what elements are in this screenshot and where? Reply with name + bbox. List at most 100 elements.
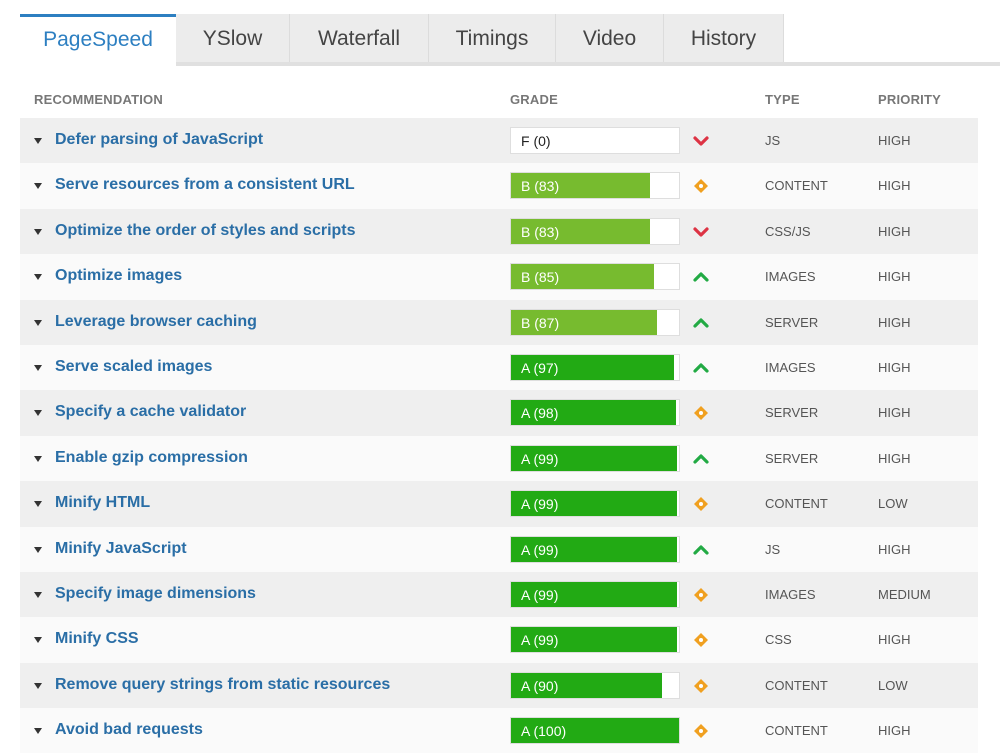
no-change-icon <box>694 633 708 648</box>
recommendation-link[interactable]: Avoid bad requests <box>55 721 203 739</box>
table-row[interactable]: Avoid bad requests A (100) CONTENT HIGH <box>20 708 978 753</box>
table-row[interactable]: Optimize images B (85) IMAGES HIGH <box>20 254 978 300</box>
recommendations-table: Defer parsing of JavaScript F (0) JS HIGH Se… <box>20 118 978 753</box>
type-label: IMAGES <box>765 359 816 375</box>
priority-label: LOW <box>878 496 908 512</box>
expand-caret-icon[interactable] <box>34 546 42 553</box>
expand-caret-icon[interactable] <box>34 364 42 371</box>
trend-up-icon <box>693 272 709 282</box>
type-label: IMAGES <box>765 269 816 285</box>
table-row[interactable]: Serve scaled images A (97) IMAGES HIGH <box>20 344 978 391</box>
expand-caret-icon[interactable] <box>34 728 42 735</box>
recommendation-link[interactable]: Minify CSS <box>55 630 139 648</box>
table-row[interactable]: Minify CSS A (99) CSS HIGH <box>20 617 978 663</box>
tab-timings[interactable]: Timings <box>429 14 556 66</box>
grade-label: A (100) <box>521 723 567 740</box>
priority-label: HIGH <box>878 133 911 148</box>
type-label: JS <box>765 541 781 557</box>
expand-caret-icon[interactable] <box>34 501 42 508</box>
grade-label: A (98) <box>521 405 559 422</box>
table-row[interactable]: Remove query strings from static resourc… <box>20 662 978 709</box>
type-label: CSS <box>765 632 792 648</box>
trend-down-icon <box>693 136 709 146</box>
no-change-icon <box>694 497 708 512</box>
tab-history[interactable]: History <box>664 14 784 66</box>
tab-yslow[interactable]: YSlow <box>176 14 290 66</box>
tab-divider <box>176 62 1000 66</box>
grade-bar: A (99) <box>510 580 680 608</box>
no-change-icon <box>694 724 708 739</box>
expand-caret-icon[interactable] <box>34 183 42 190</box>
table-row[interactable]: Serve resources from a consistent URL B (… <box>20 163 978 209</box>
expand-caret-icon[interactable] <box>34 637 42 644</box>
grade-bar: F (0) <box>510 127 680 154</box>
grade-label: B (85) <box>521 269 560 286</box>
column-header-grade: GRADE <box>510 92 558 107</box>
table-row[interactable]: Specify image dimensions A (99) IMAGES MEDI… <box>20 571 978 618</box>
grade-bar: A (99) <box>510 490 680 518</box>
tab-pagespeed[interactable]: PageSpeed <box>20 14 176 66</box>
table-header: RECOMMENDATION GRADE TYPE PRIORITY <box>20 92 978 112</box>
priority-label: HIGH <box>878 269 911 285</box>
grade-label: B (83) <box>521 178 560 195</box>
grade-label: F (0) <box>521 133 551 149</box>
no-change-icon <box>694 179 708 194</box>
table-row[interactable]: Minify HTML A (99) CONTENT LOW <box>20 481 978 527</box>
expand-caret-icon[interactable] <box>34 228 42 235</box>
trend-down-icon <box>693 227 709 237</box>
table-row[interactable]: Specify a cache validator A (98) SERVER HIG… <box>20 390 978 436</box>
grade-label: A (99) <box>521 632 559 649</box>
recommendation-link[interactable]: Enable gzip compression <box>55 449 248 467</box>
type-label: CSS/JS <box>765 223 811 239</box>
grade-label: A (99) <box>521 586 559 603</box>
recommendation-link[interactable]: Remove query strings from static resourc… <box>55 676 390 694</box>
type-label: CONTENT <box>765 496 828 512</box>
grade-label: A (99) <box>521 541 559 558</box>
grade-bar: A (100) <box>510 717 680 745</box>
trend-up-icon <box>693 454 709 464</box>
expand-caret-icon[interactable] <box>34 138 42 144</box>
grade-bar: B (83) <box>510 172 680 200</box>
recommendation-link[interactable]: Defer parsing of JavaScript <box>55 131 263 149</box>
type-label: SERVER <box>765 450 819 466</box>
recommendation-link[interactable]: Serve resources from a consistent URL <box>55 176 355 194</box>
recommendation-link[interactable]: Optimize the order of styles and scripts <box>55 222 356 240</box>
priority-label: LOW <box>878 677 908 693</box>
tab-video[interactable]: Video <box>556 14 664 66</box>
recommendation-link[interactable]: Leverage browser caching <box>55 313 257 331</box>
expand-caret-icon[interactable] <box>34 591 42 598</box>
recommendation-link[interactable]: Specify image dimensions <box>55 585 256 603</box>
tab-waterfall[interactable]: Waterfall <box>290 14 429 66</box>
expand-caret-icon[interactable] <box>34 319 42 326</box>
expand-caret-icon[interactable] <box>34 410 42 417</box>
grade-bar: A (99) <box>510 444 680 472</box>
trend-up-icon <box>693 544 709 555</box>
table-row[interactable]: Optimize the order of styles and scripts… <box>20 208 978 255</box>
table-row[interactable]: Minify JavaScript A (99) JS HIGH <box>20 526 978 572</box>
type-label: JS <box>765 133 781 148</box>
priority-label: HIGH <box>878 541 911 557</box>
grade-label: A (97) <box>521 359 559 376</box>
recommendation-link[interactable]: Specify a cache validator <box>55 403 246 421</box>
grade-bar: B (83) <box>510 217 680 245</box>
trend-up-icon <box>693 363 709 373</box>
trend-up-icon <box>693 317 709 328</box>
type-label: CONTENT <box>765 723 828 739</box>
column-header-type: TYPE <box>765 92 800 107</box>
expand-caret-icon[interactable] <box>34 274 42 281</box>
no-change-icon <box>694 587 708 602</box>
expand-caret-icon[interactable] <box>34 455 42 462</box>
priority-label: HIGH <box>878 632 911 648</box>
type-label: SERVER <box>765 405 819 421</box>
recommendation-link[interactable]: Optimize images <box>55 267 182 285</box>
column-header-priority: PRIORITY <box>878 92 941 107</box>
table-row[interactable]: Enable gzip compression A (99) SERVER HIGH <box>20 435 978 482</box>
no-change-icon <box>694 678 708 693</box>
recommendation-link[interactable]: Serve scaled images <box>55 358 212 376</box>
grade-bar: A (99) <box>510 626 680 654</box>
recommendation-link[interactable]: Minify HTML <box>55 494 150 512</box>
expand-caret-icon[interactable] <box>34 682 42 689</box>
recommendation-link[interactable]: Minify JavaScript <box>55 540 187 558</box>
table-row[interactable]: Leverage browser caching B (87) SERVER HIGH <box>20 299 978 345</box>
table-row[interactable]: Defer parsing of JavaScript F (0) JS HIGH <box>20 118 978 164</box>
